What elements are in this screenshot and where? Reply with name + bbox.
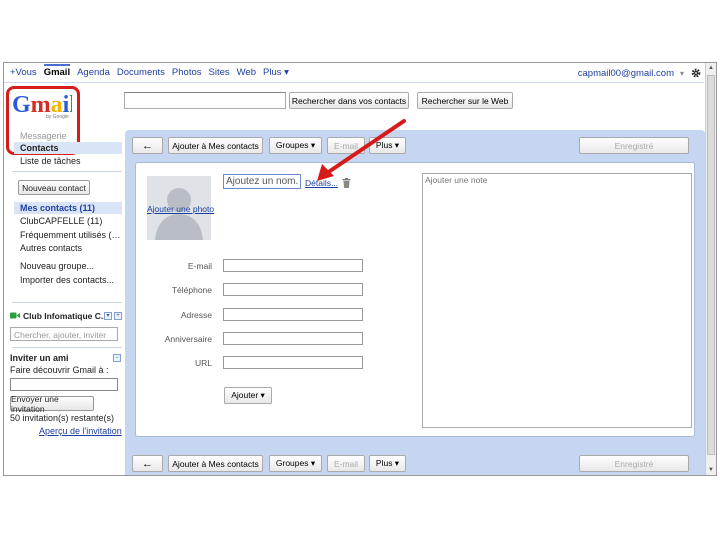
top-navigation: +Vous Gmail Agenda Documents Photos Site… (10, 64, 296, 81)
email-button[interactable]: E-mail (327, 137, 365, 154)
collapse-icon[interactable]: − (113, 354, 121, 362)
nav-documents[interactable]: Documents (117, 67, 165, 81)
nav-agenda[interactable]: Agenda (77, 67, 110, 81)
url-field[interactable] (223, 356, 363, 369)
new-group-link[interactable]: Nouveau groupe... (20, 261, 94, 271)
groups-dropdown[interactable]: Groupes ▾ (269, 137, 322, 154)
more-dropdown-bottom[interactable]: Plus ▾ (369, 455, 406, 472)
add-photo-link[interactable]: Ajouter une photo (147, 204, 214, 214)
scroll-down-icon[interactable]: ▼ (706, 465, 716, 475)
send-invitation-button[interactable]: Envoyer une invitation (10, 394, 94, 414)
trash-icon[interactable] (342, 178, 351, 188)
phone-field[interactable] (223, 283, 363, 296)
birthday-label: Anniversaire (164, 334, 212, 344)
address-field[interactable] (223, 308, 363, 321)
birthday-field[interactable] (223, 332, 363, 345)
email-button-bottom[interactable]: E-mail (327, 455, 365, 472)
saved-button-bottom[interactable]: Enregistré (579, 455, 689, 472)
sidebar-divider-invite (12, 347, 122, 348)
sidebar-group-club[interactable]: ClubCAPFELLE (11) (20, 216, 102, 226)
sidebar-item-contacts[interactable]: Contacts (20, 143, 59, 153)
saved-button[interactable]: Enregistré (579, 137, 689, 154)
chat-add-icon[interactable]: + (114, 312, 122, 320)
contact-name-input[interactable]: Ajoutez un nom. (223, 174, 301, 189)
nav-gmail[interactable]: Gmail (43, 64, 71, 81)
invite-prompt: Faire découvrir Gmail à : (10, 365, 109, 375)
scroll-thumb[interactable] (707, 75, 715, 455)
search-contacts-button[interactable]: Rechercher dans vos contacts (289, 92, 409, 109)
invitation-preview-link[interactable]: Aperçu de l'invitation (39, 426, 122, 436)
invitations-remaining: 50 invitation(s) restante(s) (10, 413, 115, 423)
email-label: E-mail (187, 261, 212, 271)
chat-status-label: Club Infomatique C... (23, 310, 108, 321)
nav-more[interactable]: Plus ▾ (263, 67, 289, 81)
vertical-scrollbar[interactable]: ▲ ▼ (705, 63, 716, 475)
scroll-up-icon[interactable]: ▲ (706, 63, 716, 73)
video-camera-icon (10, 312, 20, 319)
sidebar-divider-chat (12, 302, 122, 303)
sidebar-group-frequent[interactable]: Fréquemment utilisés (… (20, 230, 121, 240)
sidebar-group-others[interactable]: Autres contacts (20, 243, 82, 253)
invite-email-input[interactable] (10, 378, 118, 391)
nav-more-label: Plus (263, 67, 282, 78)
sidebar-group-my-contacts[interactable]: Mes contacts (11) (20, 203, 95, 213)
logo-byline: by Google (46, 114, 69, 120)
chevron-down-icon: ▾ (284, 67, 289, 78)
add-field-dropdown[interactable]: Ajouter ▾ (224, 387, 272, 404)
gear-icon[interactable] (690, 67, 702, 79)
chat-dropdown-icon[interactable]: ▾ (104, 312, 112, 320)
back-button[interactable]: ← (132, 137, 163, 154)
add-to-contacts-button-bottom[interactable]: Ajouter à Mes contacts (168, 455, 263, 472)
add-to-contacts-button[interactable]: Ajouter à Mes contacts (168, 137, 263, 154)
top-divider (4, 82, 704, 83)
account-area: capmail00@gmail.com ▾ (578, 67, 702, 79)
phone-label: Téléphone (171, 285, 212, 295)
nav-web[interactable]: Web (237, 67, 256, 81)
search-input[interactable] (124, 92, 286, 109)
account-email[interactable]: capmail00@gmail.com (578, 68, 674, 79)
browser-frame: +Vous Gmail Agenda Documents Photos Site… (3, 62, 717, 476)
address-label: Adresse (180, 310, 212, 320)
details-link[interactable]: Détails... (305, 178, 338, 188)
account-chevron-icon[interactable]: ▾ (680, 69, 684, 78)
import-contacts-link[interactable]: Importer des contacts... (20, 275, 114, 285)
url-label: URL (194, 358, 212, 368)
sidebar-item-mail[interactable]: Messagerie (20, 131, 67, 141)
chat-search-input[interactable]: Chercher, ajouter, inviter (10, 327, 118, 341)
nav-sites[interactable]: Sites (209, 67, 230, 81)
nav-photos[interactable]: Photos (172, 67, 202, 81)
back-button-bottom[interactable]: ← (132, 455, 163, 472)
note-textarea[interactable]: Ajouter une note (422, 173, 692, 428)
groups-dropdown-bottom[interactable]: Groupes ▾ (269, 455, 322, 472)
more-dropdown[interactable]: Plus ▾ (369, 137, 406, 154)
new-contact-button[interactable]: Nouveau contact (18, 180, 90, 195)
invite-title: Inviter un ami (10, 353, 69, 363)
sidebar-item-tasks[interactable]: Liste de tâches (20, 156, 81, 166)
nav-plus-vous[interactable]: +Vous (10, 67, 37, 81)
search-web-button[interactable]: Rechercher sur le Web (417, 92, 513, 109)
sidebar-divider (12, 171, 122, 172)
email-field[interactable] (223, 259, 363, 272)
